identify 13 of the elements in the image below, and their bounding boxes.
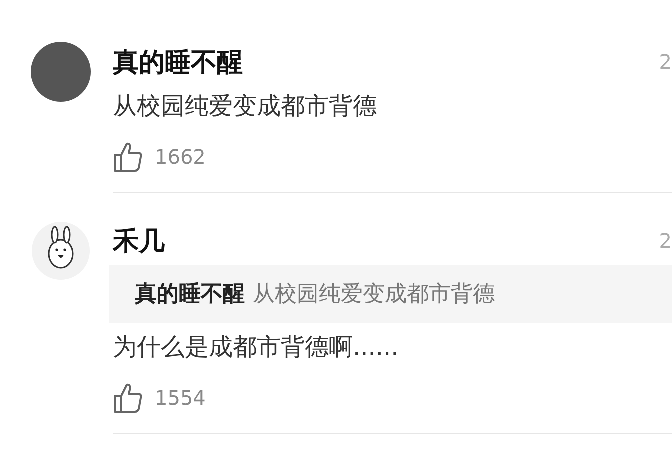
like-count: 1662 (155, 145, 206, 169)
rabbit-avatar-icon[interactable] (31, 221, 91, 281)
quoted-author[interactable]: 真的睡不醒 (135, 279, 245, 309)
author-name[interactable]: 禾几 (113, 224, 165, 258)
thumbs-up-icon[interactable] (113, 141, 143, 173)
like-count: 1554 (155, 386, 206, 410)
comment-text: 为什么是成都市背德啊...... (113, 332, 400, 363)
thumbs-up-icon[interactable] (113, 382, 143, 414)
comment-text: 从校园纯爱变成都市背德 (113, 91, 378, 122)
comment-date: 2 (659, 50, 672, 74)
author-name[interactable]: 真的睡不醒 (113, 44, 243, 80)
quoted-text: 从校园纯爱变成都市背德 (253, 281, 495, 309)
comment-date: 2 (659, 229, 672, 253)
